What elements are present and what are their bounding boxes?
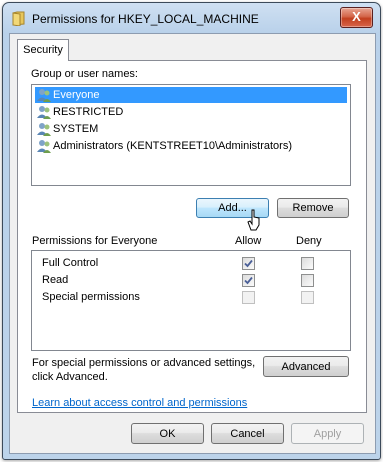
mouse-pointer-icon (247, 209, 260, 231)
read-deny-checkbox[interactable] (301, 274, 314, 287)
user-name: SYSTEM (53, 123, 99, 135)
ok-button[interactable]: OK (131, 423, 204, 444)
permission-label-read: Read (42, 274, 69, 286)
user-item-administrators[interactable]: Administrators (KENTSTREET10\Administrat… (35, 138, 296, 154)
deny-column-header: Deny (296, 235, 322, 247)
user-name: RESTRICTED (53, 106, 124, 118)
remove-button[interactable]: Remove (277, 198, 349, 218)
permission-label-full-control: Full Control (42, 257, 99, 269)
close-icon: X (352, 9, 361, 24)
users-group-icon (37, 140, 51, 153)
full-control-allow-checkbox[interactable] (242, 257, 255, 270)
users-group-icon (37, 123, 51, 136)
cancel-button[interactable]: Cancel (211, 423, 284, 444)
user-item-system[interactable]: SYSTEM (35, 121, 102, 137)
user-item-restricted[interactable]: RESTRICTED (35, 104, 127, 120)
permissions-list: Full Control Read Special permissions (31, 250, 351, 351)
group-or-user-names-label: Group or user names: (31, 68, 138, 80)
permission-label-special: Special permissions (42, 291, 140, 303)
dialog-body: Security Group or user names: Everyone R… (9, 33, 376, 454)
allow-column-header: Allow (235, 235, 262, 247)
close-button[interactable]: X (340, 7, 373, 28)
checkmark-icon (244, 276, 253, 285)
advanced-hint-line1: For special permissions or advanced sett… (32, 357, 256, 369)
users-group-icon (37, 106, 51, 119)
help-link[interactable]: Learn about access control and permissio… (32, 397, 247, 409)
advanced-hint-line2: click Advanced. (32, 371, 108, 383)
folder-icon (12, 11, 25, 26)
window-title: Permissions for HKEY_LOCAL_MACHINE (32, 12, 259, 26)
apply-button[interactable]: Apply (291, 423, 364, 444)
full-control-deny-checkbox[interactable] (301, 257, 314, 270)
permissions-header: Permissions for Everyone (32, 235, 158, 247)
special-allow-checkbox (242, 291, 255, 304)
advanced-button[interactable]: Advanced (263, 356, 349, 377)
user-name: Everyone (53, 89, 100, 101)
user-name: Administrators (KENTSTREET10\Administrat… (53, 140, 292, 152)
user-list[interactable]: Everyone RESTRICTED SYSTEM Administrator… (31, 84, 351, 186)
tab-security[interactable]: Security (17, 39, 69, 61)
permissions-dialog: Permissions for HKEY_LOCAL_MACHINE X Sec… (2, 2, 381, 460)
title-bar[interactable]: Permissions for HKEY_LOCAL_MACHINE X (3, 3, 380, 33)
security-tab-panel: Group or user names: Everyone RESTRICTED (17, 60, 367, 413)
users-group-icon (37, 89, 51, 102)
special-deny-checkbox (301, 291, 314, 304)
read-allow-checkbox[interactable] (242, 274, 255, 287)
checkmark-icon (244, 259, 253, 268)
user-item-everyone[interactable]: Everyone (35, 87, 347, 103)
